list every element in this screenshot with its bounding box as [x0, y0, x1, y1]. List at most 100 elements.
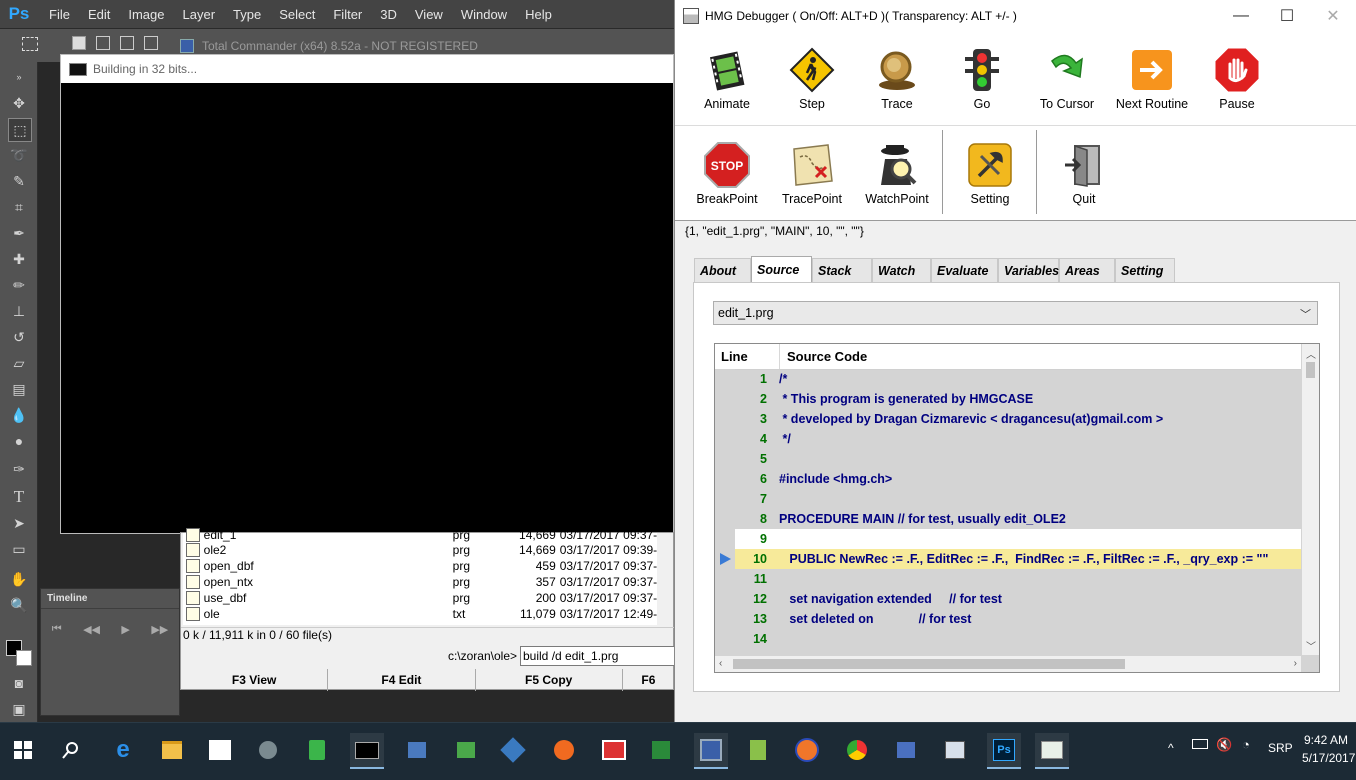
scroll-right-icon[interactable]: › [1294, 658, 1297, 669]
column-header-line[interactable]: Line [715, 344, 780, 369]
search-icon[interactable] [54, 733, 88, 767]
file-row[interactable]: edit_1 prg 14,669 03/17/2017 09:37-a- [183, 527, 657, 543]
dodge-tool-icon[interactable]: ● [8, 430, 30, 452]
spreadsheet-app-icon[interactable] [300, 733, 334, 767]
move-tool-icon[interactable]: ✥ [8, 92, 30, 114]
f6-button[interactable]: F6 [623, 669, 675, 691]
console-window[interactable]: Building in 32 bits... [60, 54, 674, 534]
menu-type[interactable]: Type [224, 7, 270, 22]
menu-image[interactable]: Image [119, 7, 173, 22]
setting-button[interactable]: Setting [948, 126, 1032, 216]
animate-button[interactable]: Animate [685, 31, 769, 121]
file-row[interactable]: ole2 prg 14,669 03/17/2017 09:39-a- [183, 542, 657, 558]
tab-about[interactable]: About [694, 258, 751, 282]
menu-help[interactable]: Help [516, 7, 561, 22]
source-line-row[interactable]: 11 [715, 569, 1301, 589]
scroll-up-icon[interactable]: ︿ [1306, 346, 1316, 361]
tab-variables[interactable]: Variables [998, 258, 1059, 282]
tab-setting[interactable]: Setting [1115, 258, 1175, 282]
source-line-row[interactable]: 9 [715, 529, 1301, 549]
tab-watch[interactable]: Watch [872, 258, 931, 282]
breakpoint-button[interactable]: STOP BreakPoint [685, 126, 769, 216]
crop-tool-icon[interactable]: ⌗ [8, 196, 30, 218]
source-line-row[interactable]: 6 #include <hmg.ch> [715, 469, 1301, 489]
edge-browser-icon[interactable]: e [106, 733, 140, 767]
menu-view[interactable]: View [406, 7, 452, 22]
quit-button[interactable]: Quit [1042, 126, 1126, 216]
horizontal-scroll-thumb[interactable] [733, 659, 1125, 669]
gradient-tool-icon[interactable]: ▤ [8, 378, 30, 400]
window-app-icon[interactable] [938, 733, 972, 767]
history-brush-tool-icon[interactable]: ↺ [8, 326, 30, 348]
column-header-source-code[interactable]: Source Code [780, 344, 867, 369]
intersect-selection-icon[interactable] [144, 36, 158, 50]
menu-filter[interactable]: Filter [324, 7, 371, 22]
network-tool-icon[interactable] [889, 733, 923, 767]
menu-layer[interactable]: Layer [174, 7, 225, 22]
battery-icon[interactable] [1192, 739, 1208, 749]
source-line-row[interactable]: 14 [715, 629, 1301, 649]
wifi-icon[interactable]: ◔ [1242, 737, 1250, 752]
source-line-row[interactable]: 2 * This program is generated by HMGCASE [715, 389, 1301, 409]
menu-edit[interactable]: Edit [79, 7, 119, 22]
pause-button[interactable]: Pause [1195, 31, 1279, 121]
vertical-scrollbar[interactable]: ︿ ﹀ [1302, 344, 1319, 655]
source-line-row[interactable]: 4 */ [715, 429, 1301, 449]
clock-date[interactable]: 5/17/2017 [1302, 751, 1355, 765]
remote-desktop-icon[interactable] [400, 733, 434, 767]
command-prompt-taskbar-icon[interactable] [350, 733, 384, 769]
source-line-row[interactable]: 7 [715, 489, 1301, 509]
scroll-left-icon[interactable]: ‹ [719, 658, 722, 669]
menu-window[interactable]: Window [452, 7, 516, 22]
eraser-tool-icon[interactable]: ▱ [8, 352, 30, 374]
source-line-row[interactable]: 12 set navigation extended // for test [715, 589, 1301, 609]
go-button[interactable]: Go [940, 31, 1024, 121]
screen-mode-icon[interactable]: ▣ [8, 698, 30, 720]
photoshop-taskbar-icon[interactable]: Ps [987, 733, 1021, 769]
source-code-grid[interactable]: Line Source Code 1 /* 2 * This program is… [714, 343, 1320, 673]
source-line-row[interactable]: 3 * developed by Dragan Cizmarevic < dra… [715, 409, 1301, 429]
watchpoint-button[interactable]: WatchPoint [855, 126, 939, 216]
minimize-button[interactable]: — [1218, 0, 1264, 31]
tc-command-input[interactable]: build /d edit_1.prg [520, 646, 675, 666]
collapse-icon[interactable]: » [8, 66, 30, 88]
editor-app-icon[interactable] [741, 733, 775, 767]
healing-tool-icon[interactable]: ✚ [8, 248, 30, 270]
input-language[interactable]: SRP [1268, 741, 1293, 755]
trace-button[interactable]: Trace [855, 31, 939, 121]
media-app-icon[interactable] [449, 733, 483, 767]
tracepoint-button[interactable]: TracePoint [770, 126, 854, 216]
file-list[interactable]: edit_1 prg 14,669 03/17/2017 09:37-a- ol… [183, 528, 657, 625]
menu-3d[interactable]: 3D [371, 7, 406, 22]
prev-frame-icon[interactable]: ◀◀ [83, 623, 100, 636]
menu-select[interactable]: Select [270, 7, 324, 22]
eyedropper-tool-icon[interactable]: ✒ [8, 222, 30, 244]
clock-time[interactable]: 9:42 AM [1304, 733, 1348, 747]
tab-stack[interactable]: Stack [812, 258, 872, 282]
store-icon[interactable] [203, 733, 237, 767]
chrome-icon[interactable] [840, 733, 874, 767]
maximize-button[interactable]: ☐ [1264, 0, 1310, 31]
file-row[interactable]: open_ntx prg 357 03/17/2017 09:37-a- [183, 574, 657, 590]
quick-select-tool-icon[interactable]: ✎ [8, 170, 30, 192]
firefox-icon[interactable] [790, 733, 824, 767]
marquee-option-icon[interactable] [22, 37, 38, 51]
virtualbox-icon[interactable] [496, 733, 530, 767]
menu-file[interactable]: File [40, 7, 79, 22]
lasso-tool-icon[interactable]: ➰ [8, 144, 30, 166]
next-routine-button[interactable]: Next Routine [1110, 31, 1194, 121]
to-cursor-button[interactable]: To Cursor [1025, 31, 1109, 121]
subtract-selection-icon[interactable] [120, 36, 134, 50]
type-tool-icon[interactable]: T [8, 486, 30, 508]
first-frame-icon[interactable]: ⏮ [52, 623, 62, 636]
brush-tool-icon[interactable]: ✏ [8, 274, 30, 296]
horizontal-scrollbar[interactable]: ‹ › [715, 656, 1301, 672]
start-button[interactable] [6, 733, 40, 767]
green-app-icon[interactable] [644, 733, 678, 767]
scroll-down-icon[interactable]: ﹀ [1306, 638, 1316, 653]
file-explorer-icon[interactable] [155, 733, 189, 767]
file-row[interactable]: open_dbf prg 459 03/17/2017 09:37-a- [183, 558, 657, 574]
hand-tool-icon[interactable]: ✋ [8, 568, 30, 590]
zoom-tool-icon[interactable]: 🔍 [8, 594, 30, 616]
orange-app-icon[interactable] [547, 733, 581, 767]
